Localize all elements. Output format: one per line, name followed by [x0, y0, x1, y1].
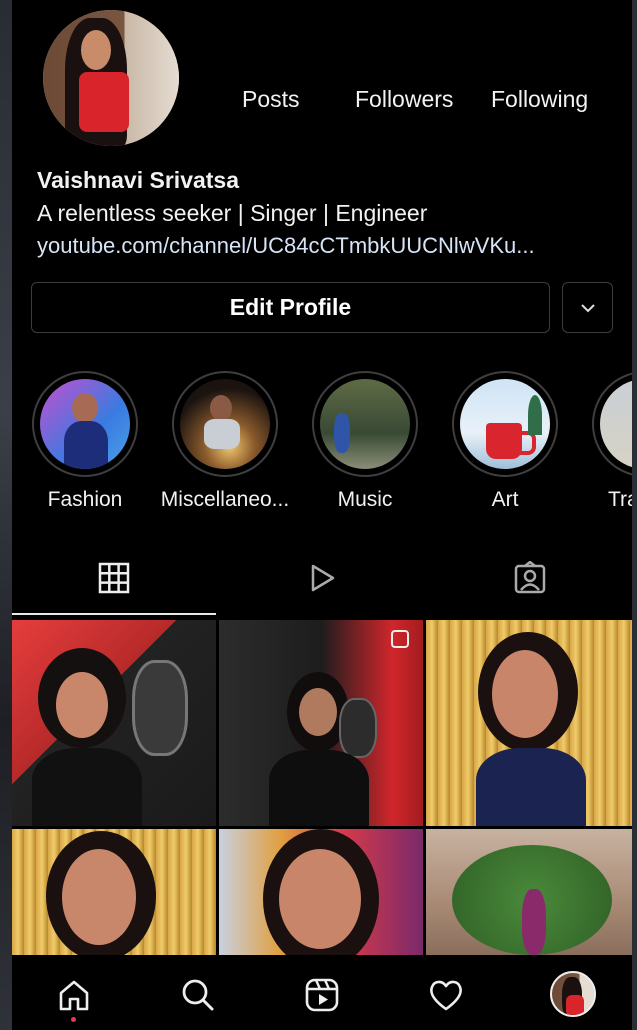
profile-bio: A relentless seeker | Singer | Engineer	[37, 200, 428, 226]
background-edge-left	[0, 0, 12, 1030]
nav-profile-avatar[interactable]	[550, 971, 596, 1017]
edit-profile-button[interactable]: Edit Profile	[31, 282, 550, 333]
posts-stat-label[interactable]: Posts	[242, 86, 300, 113]
reels-play-icon	[311, 564, 335, 592]
post-thumbnail[interactable]	[426, 829, 632, 955]
profile-screen: Posts Followers Following Vaishnavi Sriv…	[12, 0, 632, 1030]
highlight-label-music: Music	[337, 488, 393, 511]
search-icon	[182, 979, 214, 1011]
reels-icon	[305, 978, 339, 1012]
post-thumbnail[interactable]	[219, 620, 423, 826]
highlight-music[interactable]	[312, 371, 418, 477]
post-thumbnail[interactable]	[219, 829, 423, 955]
post-thumbnail[interactable]	[12, 829, 216, 955]
following-stat-label[interactable]: Following	[491, 86, 588, 113]
highlight-travel[interactable]	[592, 371, 632, 477]
highlight-art[interactable]	[452, 371, 558, 477]
chevron-down-icon	[580, 303, 595, 312]
tab-tagged[interactable]	[510, 558, 550, 598]
post-thumbnail[interactable]	[426, 620, 632, 826]
home-icon	[59, 980, 89, 1011]
nav-home[interactable]	[54, 975, 94, 1015]
tab-reels[interactable]	[302, 558, 342, 598]
highlight-miscellaneous[interactable]	[172, 371, 278, 477]
tagged-icon	[514, 561, 546, 594]
post-thumbnail[interactable]	[12, 620, 216, 826]
suggestions-dropdown-button[interactable]	[562, 282, 613, 333]
active-tab-indicator	[12, 613, 216, 615]
tab-grid[interactable]	[94, 558, 134, 598]
highlight-label-travel: Tra	[608, 488, 632, 511]
followers-stat-label[interactable]: Followers	[355, 86, 453, 113]
nav-reels[interactable]	[302, 975, 342, 1015]
nav-activity[interactable]	[426, 975, 466, 1015]
highlight-fashion[interactable]	[32, 371, 138, 477]
notification-dot	[71, 1017, 76, 1022]
profile-avatar[interactable]	[43, 10, 179, 146]
highlight-label-miscellaneous: Miscellaneo...	[160, 488, 290, 511]
nav-search[interactable]	[178, 975, 218, 1015]
profile-name: Vaishnavi Srivatsa	[37, 167, 240, 193]
profile-link[interactable]: youtube.com/channel/UC84cCTmbkUUCNlwVKu.…	[37, 233, 617, 259]
highlight-label-art: Art	[491, 488, 519, 511]
heart-icon	[430, 980, 462, 1011]
highlight-label-fashion: Fashion	[47, 488, 123, 511]
multi-post-icon	[391, 630, 409, 648]
grid-icon	[98, 562, 130, 594]
